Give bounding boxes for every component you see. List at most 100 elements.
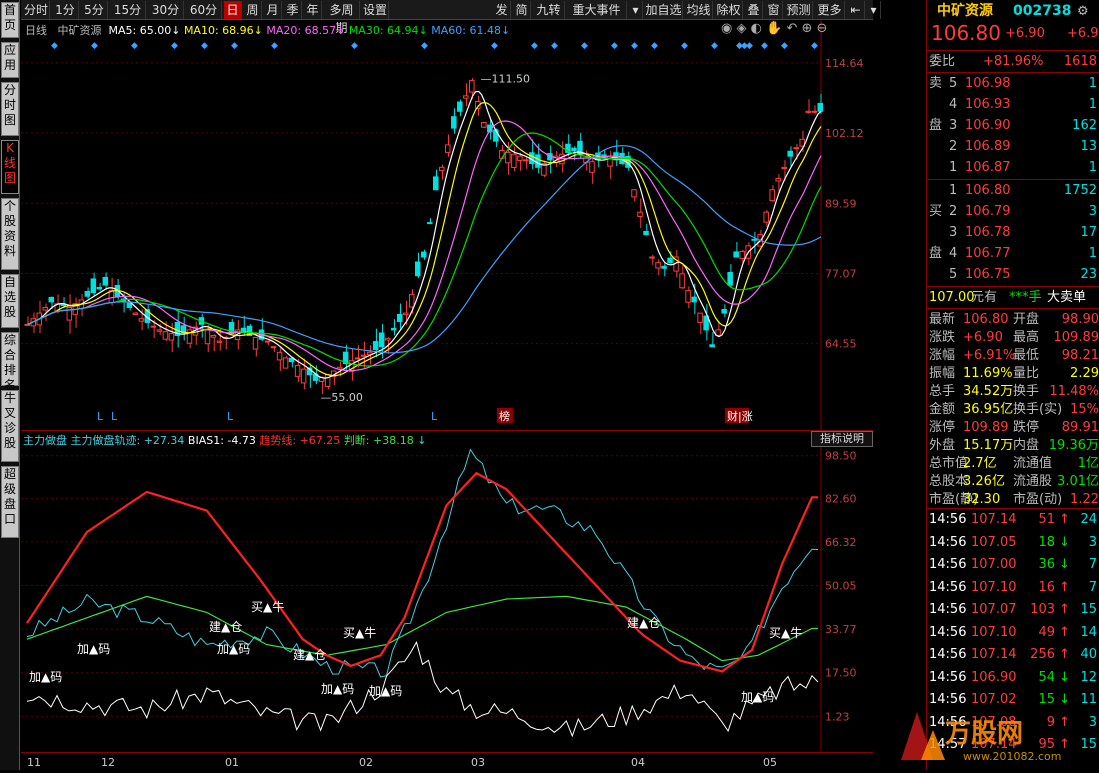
tick-price: 107.05 xyxy=(971,534,1017,550)
event-diamond-marker: ◆ xyxy=(811,41,818,51)
indicator-svg[interactable]: 98.5082.6066.3250.0533.7717.501.23加▲码加▲码… xyxy=(21,431,873,751)
toolbar-item-6[interactable]: 均线 xyxy=(685,1,713,19)
left-tab-8[interactable]: 超级盘口 xyxy=(1,466,19,538)
candle-body xyxy=(787,150,793,157)
period-tab-5[interactable]: 60分 xyxy=(186,1,222,19)
undo-icon[interactable]: ↶ xyxy=(786,21,797,36)
legend-ma10[interactable]: MA10: 68.96 xyxy=(184,24,254,37)
toolbar-item-8[interactable]: 叠 xyxy=(745,1,763,19)
toolbar-item-1[interactable]: 简 xyxy=(513,1,531,19)
sub-trend[interactable]: 趋势线: +67.25 xyxy=(259,434,340,447)
toolbar-item-7[interactable]: 除权 xyxy=(715,1,743,19)
sub-tick-label: 33.77 xyxy=(825,623,857,636)
tick-price: 107.00 xyxy=(971,557,1017,572)
sub-judge[interactable]: 判断: +38.18 xyxy=(344,434,414,447)
period-tab-7[interactable]: 周 xyxy=(244,1,262,19)
event-marker: 榜 xyxy=(499,409,510,423)
candle-body xyxy=(42,306,49,311)
quote-row: 14:56 107.07 103 ↑ 15 xyxy=(927,600,1099,623)
candle-body xyxy=(649,256,655,259)
stat-value: 15.17万 xyxy=(963,438,1014,453)
period-tab-2[interactable]: 5分 xyxy=(81,1,108,19)
candle-body xyxy=(685,290,691,303)
quote-row: 盘 4 106.77 1 xyxy=(927,244,1099,265)
sub-tick-label: 1.23 xyxy=(825,710,850,723)
signal-annotation: 买▲牛 xyxy=(251,599,284,614)
zoom-in-icon[interactable]: ⊕ xyxy=(801,21,812,36)
left-tab-2[interactable]: 分时图 xyxy=(1,82,19,136)
candle-body xyxy=(511,153,517,168)
event-diamond-marker: ◆ xyxy=(271,41,278,51)
toolbar-item-5[interactable]: 加自选 xyxy=(645,1,683,19)
legend-ma20[interactable]: MA20: 68.57 xyxy=(266,24,336,37)
left-tab-7[interactable]: 牛叉诊股 xyxy=(1,390,19,462)
period-tab-0[interactable]: 分时 xyxy=(23,1,50,19)
left-tab-6[interactable]: 综合排名 xyxy=(1,332,19,392)
zoom-out-icon[interactable]: ⊖ xyxy=(817,21,828,36)
left-tab-4[interactable]: 个股资料 xyxy=(1,198,19,270)
divider xyxy=(927,308,1099,309)
gear-icon[interactable]: ⚙ xyxy=(1077,2,1089,21)
period-tab-3[interactable]: 15分 xyxy=(110,1,146,19)
event-marker: L xyxy=(111,410,118,423)
speed-icon[interactable]: ◐ xyxy=(751,21,762,36)
ma30-line xyxy=(27,132,822,367)
toolbar-item-9[interactable]: 窗 xyxy=(765,1,783,19)
kline-svg[interactable]: 114.64 102.12 89.59 77.07 64.55 —111.50 —55.00… xyxy=(21,20,873,430)
candle-body xyxy=(697,312,703,323)
legend-ma60[interactable]: MA60: 61.48 xyxy=(431,24,501,37)
left-tab-1[interactable]: 应用 xyxy=(1,42,19,78)
candle-body xyxy=(763,211,769,223)
quote-row: 市盈(静) 32.30 市盈(动) 1.22 xyxy=(927,490,1099,508)
candle-body xyxy=(390,327,397,331)
toolbar-item-4[interactable]: ▾ xyxy=(629,1,643,19)
period-tab-12[interactable]: 设置 xyxy=(362,1,389,19)
left-tab-3[interactable]: K线图 xyxy=(1,140,19,194)
sub-bias[interactable]: BIAS1: -4.73 xyxy=(188,434,256,447)
sell-volume: 1 xyxy=(1088,97,1097,112)
indicator-help-button[interactable]: 指标说明 xyxy=(811,431,873,447)
eye-icon[interactable]: ◉ xyxy=(721,21,732,36)
period-tab-6[interactable]: 日 xyxy=(224,1,242,19)
toolbar-item-13[interactable]: ▾ xyxy=(867,1,881,19)
candle-body xyxy=(535,154,541,168)
period-tab-11[interactable]: 多周期 xyxy=(324,1,360,35)
big-order-hands: ***手 xyxy=(1009,290,1042,305)
tick-volume: 51 xyxy=(1038,512,1055,527)
period-tab-10[interactable]: 年 xyxy=(304,1,322,19)
toolbar-item-12[interactable]: ⇤ xyxy=(847,1,865,19)
legend-ma30[interactable]: MA30: 64.94 xyxy=(349,24,419,37)
indicator-chart[interactable]: 98.50 82.60 66.32 50.05 33.77 17.50 1.23 加▲码 加▲码… xyxy=(21,430,873,751)
price-tick-label: 114.64 xyxy=(825,57,864,70)
event-diamond-marker: ◆ xyxy=(421,41,428,51)
event-diamond-marker: ◆ xyxy=(231,41,238,51)
sub-track[interactable]: 主力做盘轨迹: +27.34 xyxy=(71,434,185,447)
toolbar-item-10[interactable]: 预测 xyxy=(785,1,813,19)
toolbar-item-3[interactable]: 重大事件 xyxy=(567,1,627,19)
period-tab-4[interactable]: 30分 xyxy=(148,1,184,19)
hide-icon[interactable]: ◈ xyxy=(736,21,746,36)
date-tick-1: 12 xyxy=(101,756,115,769)
period-toolbar: 分时 1分 5分 15分 30分 60分日周月季年多周期 设置发简九转 重大事件 ▾ 加自选 均线除… xyxy=(21,0,881,35)
tick-volume: 103 xyxy=(1030,602,1055,617)
left-tab-5[interactable]: 自选股 xyxy=(1,274,19,328)
kline-chart[interactable]: 114.64 102.12 89.59 77.07 64.55 —111.50 —55.00… xyxy=(21,20,873,430)
tick-time: 14:56 xyxy=(929,579,967,595)
period-tab-1[interactable]: 1分 xyxy=(52,1,79,19)
legend-ma5[interactable]: MA5: 65.00 xyxy=(109,24,172,37)
watermark-url: www.201082.com xyxy=(963,750,1061,763)
candle-body xyxy=(414,261,421,277)
toolbar-item-0[interactable]: 发 xyxy=(493,1,511,19)
period-tab-9[interactable]: 季 xyxy=(284,1,302,19)
candle-body xyxy=(445,144,451,153)
toolbar-item-2[interactable]: 九转 xyxy=(533,1,565,19)
period-tab-8[interactable]: 月 xyxy=(264,1,282,19)
candle-body xyxy=(571,147,577,152)
candle-body xyxy=(469,79,475,93)
candle-body xyxy=(661,265,667,269)
toolbar-item-11[interactable]: 更多 xyxy=(815,1,845,19)
watermark-logo: 万股网 www.201082.com xyxy=(893,690,1099,770)
candle-body xyxy=(679,273,685,289)
hand-icon[interactable]: ✋ xyxy=(766,21,782,36)
left-tab-0[interactable]: 首页 xyxy=(1,2,19,38)
